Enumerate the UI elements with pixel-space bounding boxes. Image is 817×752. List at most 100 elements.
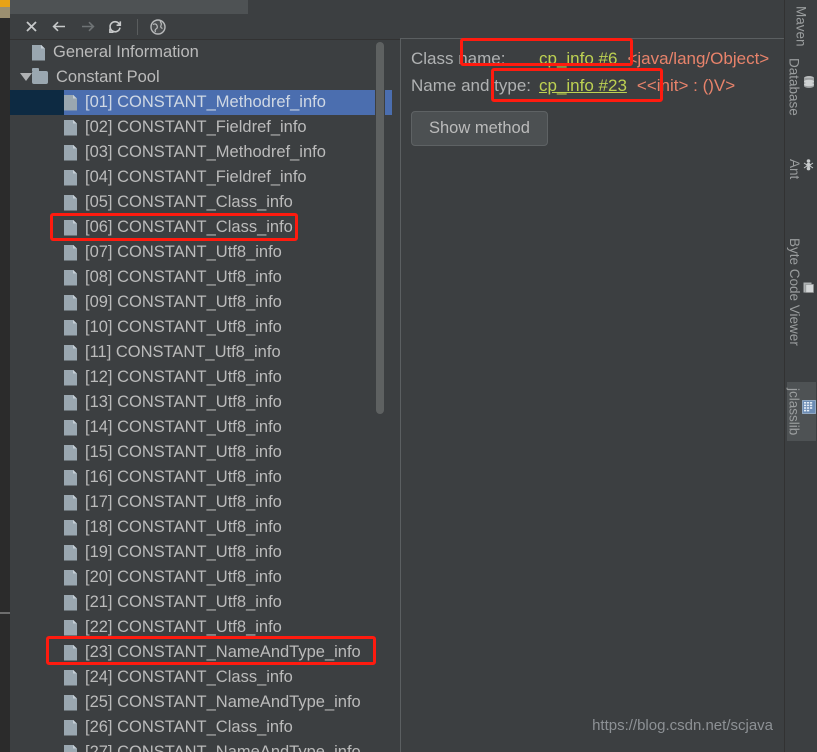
reload-icon[interactable] [102,16,128,38]
tree-item-label: [22] CONSTANT_Utf8_info [85,618,282,636]
sidebar-tool-label: Database [786,58,802,116]
tree-item-1[interactable]: Constant Pool [10,65,392,90]
tree-item-6[interactable]: [05] CONSTANT_Class_info [10,190,392,215]
tree-item-13[interactable]: [12] CONSTANT_Utf8_info [10,365,392,390]
tree-vertical-scrollbar[interactable] [375,40,385,752]
bytecode-icon [802,281,815,297]
document-icon [64,319,77,336]
tree-item-5[interactable]: [04] CONSTANT_Fieldref_info [10,165,392,190]
close-icon[interactable] [18,16,44,38]
sidebar-tool-label: Ant [787,158,802,180]
tree-item-20[interactable]: [19] CONSTANT_Utf8_info [10,540,392,565]
tool-window-tabbar [10,0,817,16]
tree-item-label: [20] CONSTANT_Utf8_info [85,568,282,586]
tree-item-27[interactable]: [26] CONSTANT_Class_info [10,715,392,740]
document-icon [64,369,77,386]
jclasslib-icon [801,400,816,417]
tree-item-2[interactable]: [01] CONSTANT_Methodref_info [10,90,392,115]
jclasslib-tool-window: General Information Constant Pool [01] CON… [0,0,817,752]
class-name-value: <java/lang/Object> [627,49,770,68]
tree-item-24[interactable]: [23] CONSTANT_NameAndType_info [10,640,392,665]
tree-item-25[interactable]: [24] CONSTANT_Class_info [10,665,392,690]
sidebar-tool-database[interactable]: Database [787,52,816,122]
forward-icon [74,16,100,38]
detail-row-class-name: Class name: cp_info #6 <java/lang/Object… [411,49,785,69]
show-method-button[interactable]: Show method [411,111,548,146]
tree-item-label: [25] CONSTANT_NameAndType_info [85,693,361,711]
tree-item-label: [08] CONSTANT_Utf8_info [85,268,282,286]
database-icon [802,75,816,92]
class-name-label: Class name: [411,49,506,68]
tree-item-label: [03] CONSTANT_Methodref_info [85,143,326,161]
editor-gutter-strip [0,0,10,752]
tree-item-label: [24] CONSTANT_Class_info [85,668,293,686]
tree-item-label: [23] CONSTANT_NameAndType_info [85,643,361,661]
name-and-type-label: Name and type: [411,76,532,95]
document-icon [32,44,45,61]
sidebar-tool-jclasslib[interactable]: jclasslib [786,382,816,442]
tree-item-label: [21] CONSTANT_Utf8_info [85,593,282,611]
tree-item-label: [27] CONSTANT_NameAndType_info [85,743,361,752]
tree-item-16[interactable]: [15] CONSTANT_Utf8_info [10,440,392,465]
name-and-type-cp-link[interactable]: cp_info #23 [539,76,627,96]
document-icon [64,669,77,686]
name-and-type-value: <<init> : ()V> [636,76,736,95]
tree-item-7[interactable]: [06] CONSTANT_Class_info [10,215,392,240]
tree-item-3[interactable]: [02] CONSTANT_Fieldref_info [10,115,392,140]
document-icon [64,619,77,636]
class-name-cp-link[interactable]: cp_info #6 [539,49,617,69]
document-icon [64,594,77,611]
tree-item-21[interactable]: [20] CONSTANT_Utf8_info [10,565,392,590]
tree-item-label: [02] CONSTANT_Fieldref_info [85,118,307,136]
sidebar-tool-label: Maven [793,6,809,47]
sidebar-tool-byte-code-viewer[interactable]: Byte Code Viewer [787,232,815,352]
tree-item-23[interactable]: [22] CONSTANT_Utf8_info [10,615,392,640]
tree-item-12[interactable]: [11] CONSTANT_Utf8_info [10,340,392,365]
tool-window-toolbar [10,14,785,40]
chevron-down-icon[interactable] [20,73,32,81]
tree-item-label: [12] CONSTANT_Utf8_info [85,368,282,386]
document-icon [64,419,77,436]
document-icon [64,219,77,236]
tree-item-28[interactable]: [27] CONSTANT_NameAndType_info [10,740,392,752]
tree-item-15[interactable]: [14] CONSTANT_Utf8_info [10,415,392,440]
tree-item-label: [01] CONSTANT_Methodref_info [85,93,326,111]
tree-item-14[interactable]: [13] CONSTANT_Utf8_info [10,390,392,415]
tree-item-label: [13] CONSTANT_Utf8_info [85,393,282,411]
sidebar-tool-maven[interactable]: Maven [794,0,809,53]
detail-row-name-and-type: Name and type: cp_info #23 <<init> : ()V… [411,76,785,96]
document-icon [64,644,77,661]
gutter-marker-warning [0,0,10,7]
tree-item-4[interactable]: [03] CONSTANT_Methodref_info [10,140,392,165]
tree-item-26[interactable]: [25] CONSTANT_NameAndType_info [10,690,392,715]
gutter-marker-divider [0,612,10,614]
document-icon [64,444,77,461]
tree-item-22[interactable]: [21] CONSTANT_Utf8_info [10,590,392,615]
document-icon [64,144,77,161]
constant-pool-tree[interactable]: General Information Constant Pool [01] CON… [10,40,392,752]
scrollbar-thumb[interactable] [376,42,384,414]
back-icon[interactable] [46,16,72,38]
tree-item-0[interactable]: General Information [10,40,392,65]
document-icon [64,169,77,186]
tree-item-17[interactable]: [16] CONSTANT_Utf8_info [10,465,392,490]
toolbar-separator [137,18,138,35]
document-icon [64,469,77,486]
sidebar-tool-label: Byte Code Viewer [787,238,802,346]
tree-item-label: [04] CONSTANT_Fieldref_info [85,168,307,186]
browse-icon[interactable] [145,16,171,38]
tree-item-label: General Information [53,43,199,61]
tree-item-label: [07] CONSTANT_Utf8_info [85,243,282,261]
tree-item-19[interactable]: [18] CONSTANT_Utf8_info [10,515,392,540]
tree-item-9[interactable]: [08] CONSTANT_Utf8_info [10,265,392,290]
document-icon [64,694,77,711]
document-icon [64,394,77,411]
sidebar-tool-label: jclasslib [786,388,802,436]
tree-item-10[interactable]: [09] CONSTANT_Utf8_info [10,290,392,315]
folder-icon [32,68,48,84]
tree-item-18[interactable]: [17] CONSTANT_Utf8_info [10,490,392,515]
watermark-text: https://blog.csdn.net/scjava [592,717,773,734]
tree-item-8[interactable]: [07] CONSTANT_Utf8_info [10,240,392,265]
tree-item-11[interactable]: [10] CONSTANT_Utf8_info [10,315,392,340]
sidebar-tool-ant[interactable]: Ant [787,152,815,186]
